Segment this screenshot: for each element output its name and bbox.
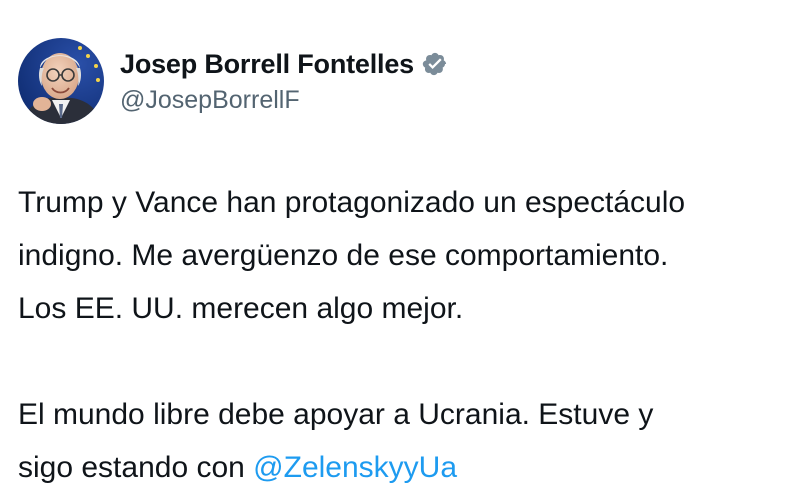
author-avatar[interactable] — [18, 38, 104, 124]
tweet-text: Trump y Vance han protagonizado un espec… — [18, 176, 788, 494]
profile-photo — [18, 38, 104, 124]
tweet-line-prefix: sigo estando con — [18, 451, 254, 484]
author-handle[interactable]: @JosepBorrellF — [120, 86, 448, 115]
mention-link[interactable]: @ZelenskyyUa — [253, 451, 457, 484]
tweet-line: sigo estando con @ZelenskyyUa — [18, 441, 788, 494]
tweet-line: El mundo libre debe apoyar a Ucrania. Es… — [18, 398, 654, 431]
tweet-line: Los EE. UU. merecen algo mejor. — [18, 292, 464, 325]
tweet-paragraph-2: El mundo libre debe apoyar a Ucrania. Es… — [18, 388, 788, 494]
tweet-line: indigno. Me avergüenzo de ese comportami… — [18, 239, 669, 272]
tweet-paragraph-1: Trump y Vance han protagonizado un espec… — [18, 176, 788, 335]
author-info: Josep Borrell Fontelles @JosepBorrellF — [120, 44, 448, 115]
author-name-row: Josep Borrell Fontelles — [120, 44, 448, 84]
verified-badge-icon[interactable] — [422, 51, 448, 77]
tweet-line: Trump y Vance han protagonizado un espec… — [18, 186, 686, 219]
tweet-card: Josep Borrell Fontelles @JosepBorrellF T… — [0, 0, 800, 484]
author-display-name[interactable]: Josep Borrell Fontelles — [120, 49, 414, 80]
